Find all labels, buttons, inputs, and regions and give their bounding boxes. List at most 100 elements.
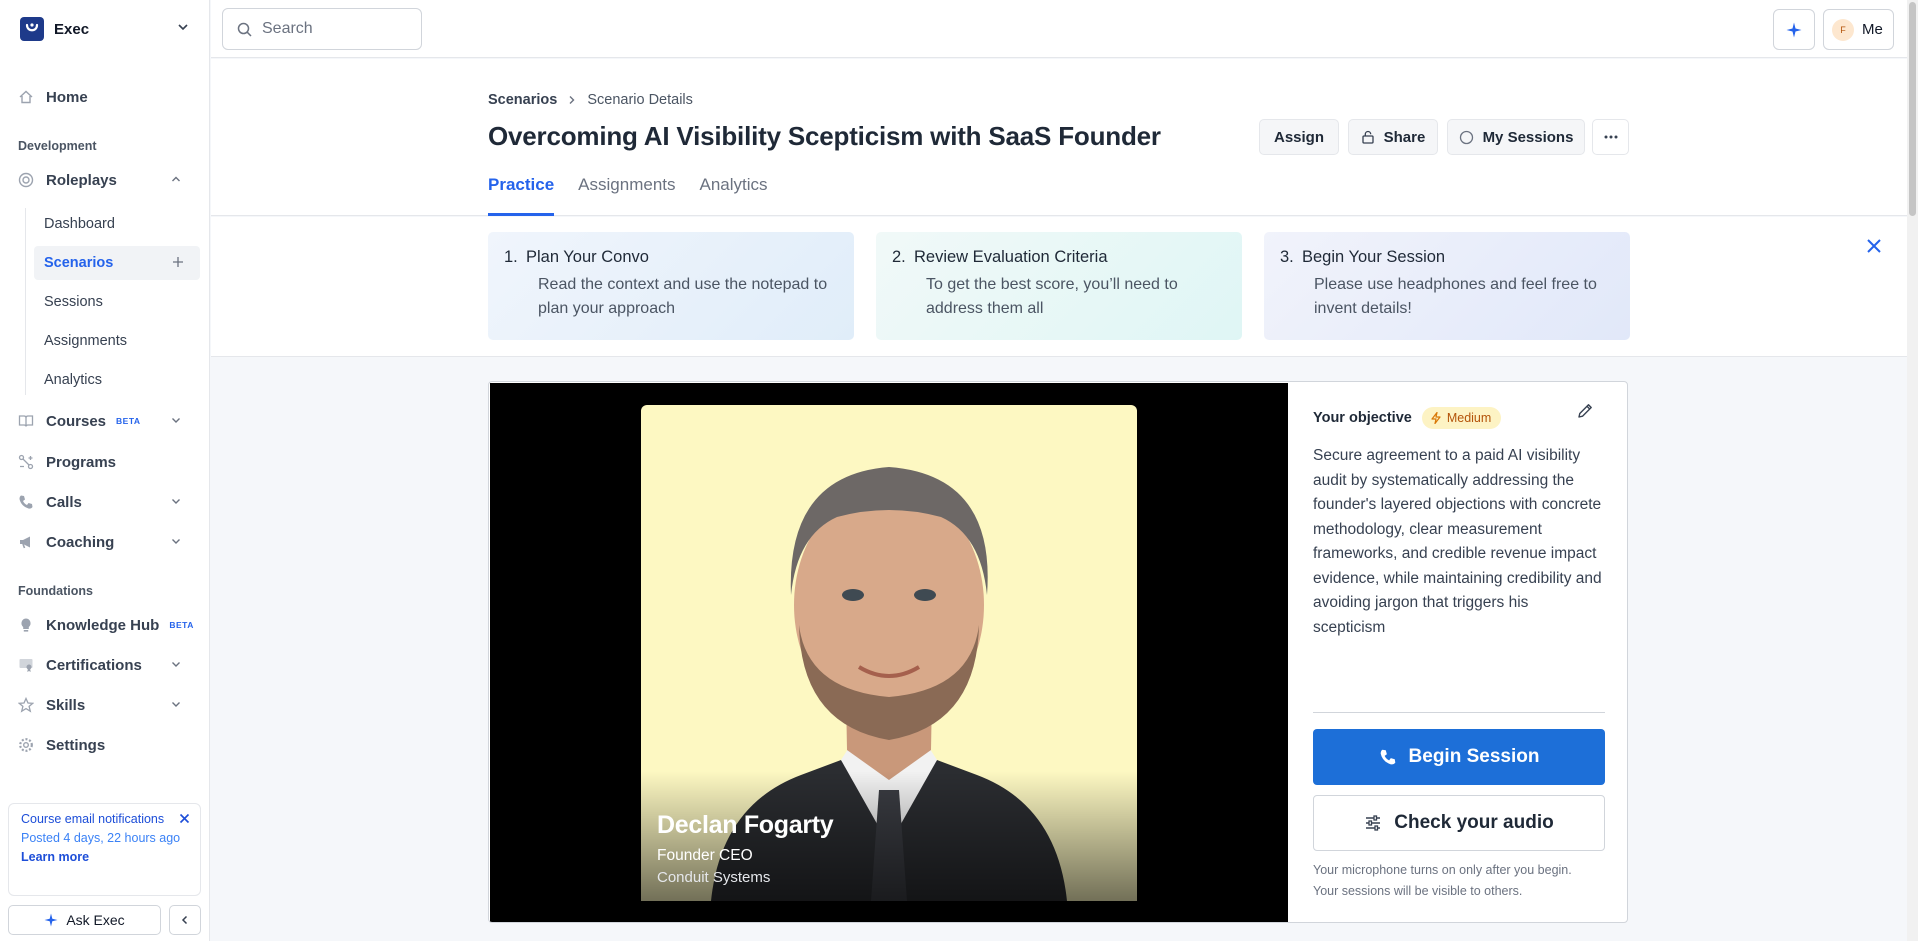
pencil-icon[interactable] bbox=[1576, 402, 1594, 420]
breadcrumb-scenarios[interactable]: Scenarios bbox=[488, 92, 557, 108]
megaphone-icon bbox=[18, 534, 34, 550]
chevron-left-icon bbox=[181, 915, 188, 925]
roleplays-subnav-line bbox=[25, 208, 26, 395]
divider bbox=[1313, 712, 1605, 713]
check-audio-button[interactable]: Check your audio bbox=[1313, 795, 1605, 851]
search-input[interactable] bbox=[262, 20, 412, 38]
share-label: Share bbox=[1383, 128, 1426, 146]
step-begin: 3. Begin Your Session Please use headphon… bbox=[1264, 232, 1630, 340]
nav-coaching[interactable]: Coaching bbox=[18, 526, 194, 558]
chevron-right-icon bbox=[569, 96, 575, 104]
top-bar: F Me bbox=[211, 0, 1907, 58]
step-body: Read the context and use the notepad to … bbox=[538, 276, 828, 317]
microphone-note: Your microphone turns on only after you … bbox=[1313, 863, 1572, 877]
nav-roleplays-label: Roleplays bbox=[46, 171, 117, 189]
user-menu-label: Me bbox=[1862, 21, 1883, 38]
subnav-dashboard[interactable]: Dashboard bbox=[34, 207, 200, 241]
persona-company: Conduit Systems bbox=[657, 869, 771, 886]
search-box[interactable] bbox=[222, 8, 422, 50]
search-icon bbox=[237, 22, 252, 37]
check-audio-label: Check your audio bbox=[1394, 812, 1554, 833]
brand-logo-icon bbox=[20, 17, 44, 41]
plus-icon[interactable] bbox=[170, 254, 186, 270]
chevron-down-icon bbox=[172, 499, 180, 504]
persona-name: Declan Fogarty bbox=[657, 811, 834, 839]
scrollbar-thumb[interactable] bbox=[1909, 2, 1916, 216]
nav-certifications[interactable]: Certifications bbox=[18, 649, 194, 681]
avatar: F bbox=[1832, 18, 1854, 41]
step-title: Plan Your Convo bbox=[526, 248, 649, 266]
step-title: Begin Your Session bbox=[1302, 248, 1446, 266]
tab-analytics[interactable]: Analytics bbox=[700, 175, 768, 216]
nav-settings[interactable]: Settings bbox=[18, 729, 194, 761]
collapse-sidebar-button[interactable] bbox=[169, 905, 201, 935]
nav-courses[interactable]: Courses BETA bbox=[18, 405, 194, 437]
close-icon[interactable] bbox=[179, 813, 190, 824]
persona-portrait: Declan Fogarty Founder CEO Conduit Syste… bbox=[641, 405, 1137, 901]
tab-assignments[interactable]: Assignments bbox=[578, 175, 675, 216]
nav-programs[interactable]: Programs bbox=[18, 446, 194, 478]
close-icon[interactable] bbox=[1865, 237, 1883, 255]
step-plan: 1. Plan Your Convo Read the context and u… bbox=[488, 232, 854, 340]
nav-roleplays[interactable]: Roleplays bbox=[18, 164, 194, 196]
notification-title: Course email notifications bbox=[21, 812, 165, 826]
notification-card: Course email notifications Posted 4 days… bbox=[8, 803, 201, 896]
beta-badge: BETA bbox=[116, 416, 141, 426]
scenario-card: Declan Fogarty Founder CEO Conduit Syste… bbox=[488, 381, 1628, 923]
subnav-analytics[interactable]: Analytics bbox=[34, 363, 200, 397]
assign-button[interactable]: Assign bbox=[1259, 119, 1339, 155]
my-sessions-button[interactable]: My Sessions bbox=[1447, 119, 1585, 155]
lightbulb-icon bbox=[18, 617, 34, 633]
chevron-down-icon bbox=[172, 418, 180, 423]
subnav-sessions[interactable]: Sessions bbox=[34, 285, 200, 319]
persona-role: Founder CEO bbox=[657, 847, 753, 864]
chevron-down-icon bbox=[178, 24, 188, 31]
more-options-button[interactable] bbox=[1592, 119, 1629, 155]
step-number: 2. bbox=[892, 248, 906, 266]
share-button[interactable]: Share bbox=[1348, 119, 1438, 155]
section-foundations: Foundations bbox=[18, 584, 93, 598]
lock-icon bbox=[1361, 130, 1374, 144]
gear-icon bbox=[18, 737, 34, 753]
tab-practice[interactable]: Practice bbox=[488, 175, 555, 216]
step-number: 1. bbox=[504, 248, 518, 266]
sparkle-icon bbox=[1786, 22, 1802, 37]
nav-coaching-label: Coaching bbox=[46, 533, 115, 551]
page-scrollbar[interactable] bbox=[1907, 0, 1918, 941]
nav-courses-label: Courses bbox=[46, 412, 107, 430]
nav-skills[interactable]: Skills bbox=[18, 689, 194, 721]
difficulty-label: Medium bbox=[1446, 411, 1492, 425]
home-icon bbox=[18, 89, 34, 105]
phone-icon bbox=[1380, 749, 1395, 765]
step-body: To get the best score, you’ll need to ad… bbox=[926, 276, 1178, 317]
breadcrumb-current: Scenario Details bbox=[587, 92, 693, 108]
nav-calls[interactable]: Calls bbox=[18, 486, 194, 518]
user-menu-button[interactable]: F Me bbox=[1823, 9, 1894, 50]
breadcrumb: Scenarios Scenario Details bbox=[488, 92, 693, 108]
step-title: Review Evaluation Criteria bbox=[914, 248, 1108, 266]
subnav-scenarios[interactable]: Scenarios bbox=[34, 246, 200, 280]
scenario-header: Scenarios Scenario Details Overcoming AI… bbox=[211, 59, 1907, 216]
programs-icon bbox=[18, 454, 34, 470]
ask-exec-label: Ask Exec bbox=[66, 912, 125, 928]
nav-home[interactable]: Home bbox=[18, 81, 194, 113]
target-icon bbox=[18, 172, 34, 188]
subnav-assignments[interactable]: Assignments bbox=[34, 324, 200, 358]
begin-session-button[interactable]: Begin Session bbox=[1313, 729, 1605, 785]
workspace-switcher[interactable]: Exec bbox=[20, 16, 190, 42]
chevron-down-icon bbox=[172, 539, 180, 544]
persona-video: Declan Fogarty Founder CEO Conduit Syste… bbox=[490, 383, 1288, 922]
assign-label: Assign bbox=[1273, 128, 1324, 146]
learn-more-link[interactable]: Learn more bbox=[21, 850, 188, 864]
ask-exec-button[interactable]: Ask Exec bbox=[8, 905, 161, 935]
objective-label: Your objective bbox=[1313, 410, 1412, 426]
scenario-tabs: Practice Assignments Analytics bbox=[488, 175, 792, 216]
nav-knowledge-hub[interactable]: Knowledge Hub BETA bbox=[18, 609, 194, 641]
steps-banner: 1. Plan Your Convo Read the context and u… bbox=[211, 217, 1907, 357]
visibility-note: Your sessions will be visible to others. bbox=[1313, 884, 1523, 898]
book-icon bbox=[18, 413, 34, 429]
begin-session-label: Begin Session bbox=[1408, 746, 1540, 767]
chevron-down-icon bbox=[172, 662, 180, 667]
create-button[interactable] bbox=[1773, 9, 1815, 50]
section-development: Development bbox=[18, 139, 97, 153]
